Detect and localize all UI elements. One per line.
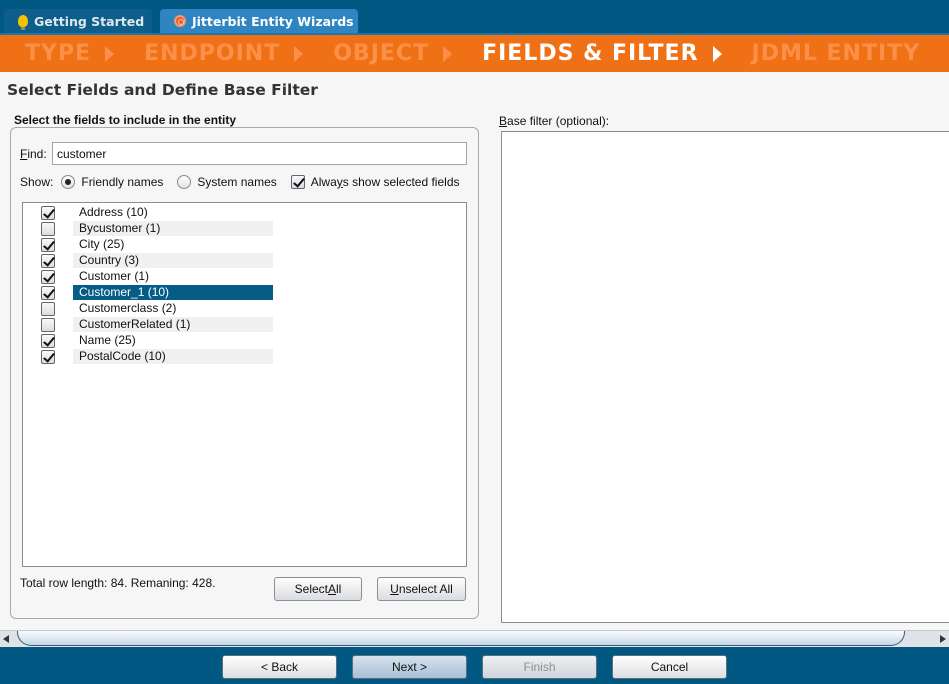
back-button[interactable]: < Back	[222, 655, 337, 679]
field-name[interactable]: Customerclass (2)	[73, 301, 273, 316]
tab-jitterbit-entity-wizards[interactable]: Jitterbit Entity Wizards	[160, 9, 358, 33]
field-checkbox[interactable]	[41, 206, 55, 220]
field-row[interactable]: CustomerRelated (1)	[23, 317, 283, 333]
field-checkbox[interactable]	[41, 222, 55, 236]
wizard-steps: TYPE ENDPOINT OBJECT FIELDS & FILTER JDM…	[0, 33, 949, 72]
find-input[interactable]	[52, 142, 467, 165]
field-name[interactable]: City (25)	[73, 237, 273, 252]
always-show-selected-checkbox[interactable]	[290, 175, 305, 189]
field-checkbox[interactable]	[41, 302, 55, 316]
page-title: Select Fields and Define Base Filter	[7, 81, 318, 99]
find-label: Find:	[20, 147, 47, 161]
field-name[interactable]: Country (3)	[73, 253, 273, 268]
tab-label: Getting Started	[34, 13, 145, 29]
field-checkbox[interactable]	[41, 254, 55, 268]
step-fields-filter: FIELDS & FILTER	[482, 41, 699, 66]
field-name[interactable]: Bycustomer (1)	[73, 221, 273, 236]
radio-friendly-names[interactable]	[61, 175, 76, 189]
field-checkbox[interactable]	[41, 238, 55, 252]
next-button[interactable]: Next >	[352, 655, 467, 679]
field-row[interactable]: Bycustomer (1)	[23, 221, 283, 237]
radio-system-names[interactable]	[177, 175, 192, 189]
show-label: Show:	[20, 175, 54, 189]
base-filter-label: Base filter (optional):	[499, 114, 610, 128]
field-name[interactable]: CustomerRelated (1)	[73, 317, 273, 332]
field-name[interactable]: Customer (1)	[73, 269, 273, 284]
step-arrow-icon	[105, 45, 115, 62]
step-arrow-icon	[443, 45, 453, 62]
field-row[interactable]: Address (10)	[23, 205, 283, 221]
field-checkbox[interactable]	[41, 286, 55, 300]
scroll-thumb[interactable]	[17, 631, 905, 646]
step-type: TYPE	[25, 41, 92, 66]
step-object: OBJECT	[333, 41, 430, 66]
field-name[interactable]: Name (25)	[73, 333, 273, 348]
field-checkbox[interactable]	[41, 350, 55, 364]
field-checkbox[interactable]	[41, 334, 55, 348]
field-row[interactable]: City (25)	[23, 237, 283, 253]
fields-list[interactable]: Address (10) Bycustomer (1) City (25) Co…	[22, 202, 467, 567]
scroll-left-icon[interactable]	[3, 635, 9, 643]
field-name[interactable]: Address (10)	[73, 205, 273, 220]
field-row[interactable]: PostalCode (10)	[23, 349, 283, 365]
tab-label: Jitterbit Entity Wizards	[192, 13, 354, 29]
step-jdml-entity: JDML ENTITY	[751, 41, 921, 66]
field-row[interactable]: Customer (1)	[23, 269, 283, 285]
scroll-right-icon[interactable]	[940, 635, 946, 643]
tab-bar: Getting Started Jitterbit Entity Wizards	[0, 0, 949, 33]
radio-system-label[interactable]: System names	[197, 175, 276, 189]
lightbulb-icon	[18, 15, 28, 30]
fields-group-label: Select the fields to include in the enti…	[14, 113, 237, 127]
show-options: Show: Friendly names System names Always…	[20, 173, 460, 191]
field-row[interactable]: Name (25)	[23, 333, 283, 349]
finish-button[interactable]: Finish	[482, 655, 597, 679]
field-checkbox[interactable]	[41, 318, 55, 332]
field-row-selected[interactable]: Customer_1 (10)	[23, 285, 283, 301]
select-all-button[interactable]: Select All	[274, 577, 362, 601]
tab-getting-started[interactable]: Getting Started	[4, 9, 152, 33]
field-checkbox[interactable]	[41, 270, 55, 284]
field-row[interactable]: Customerclass (2)	[23, 301, 283, 317]
horizontal-scrollbar[interactable]	[0, 630, 949, 647]
step-endpoint: ENDPOINT	[144, 41, 281, 66]
unselect-all-button[interactable]: Unselect All	[377, 577, 466, 601]
step-arrow-icon	[294, 45, 304, 62]
cancel-button[interactable]: Cancel	[612, 655, 727, 679]
wizard-icon	[174, 15, 186, 27]
base-filter-textarea[interactable]	[501, 131, 949, 623]
wizard-footer: < Back Next > Finish Cancel	[0, 647, 949, 684]
field-name[interactable]: PostalCode (10)	[73, 349, 273, 364]
field-row[interactable]: Country (3)	[23, 253, 283, 269]
step-arrow-icon	[712, 45, 722, 62]
row-length-status: Total row length: 84. Remaning: 428.	[20, 576, 216, 590]
radio-friendly-label[interactable]: Friendly names	[81, 175, 163, 189]
always-show-selected-label[interactable]: Always show selected fields	[311, 175, 460, 189]
field-name[interactable]: Customer_1 (10)	[73, 285, 273, 300]
